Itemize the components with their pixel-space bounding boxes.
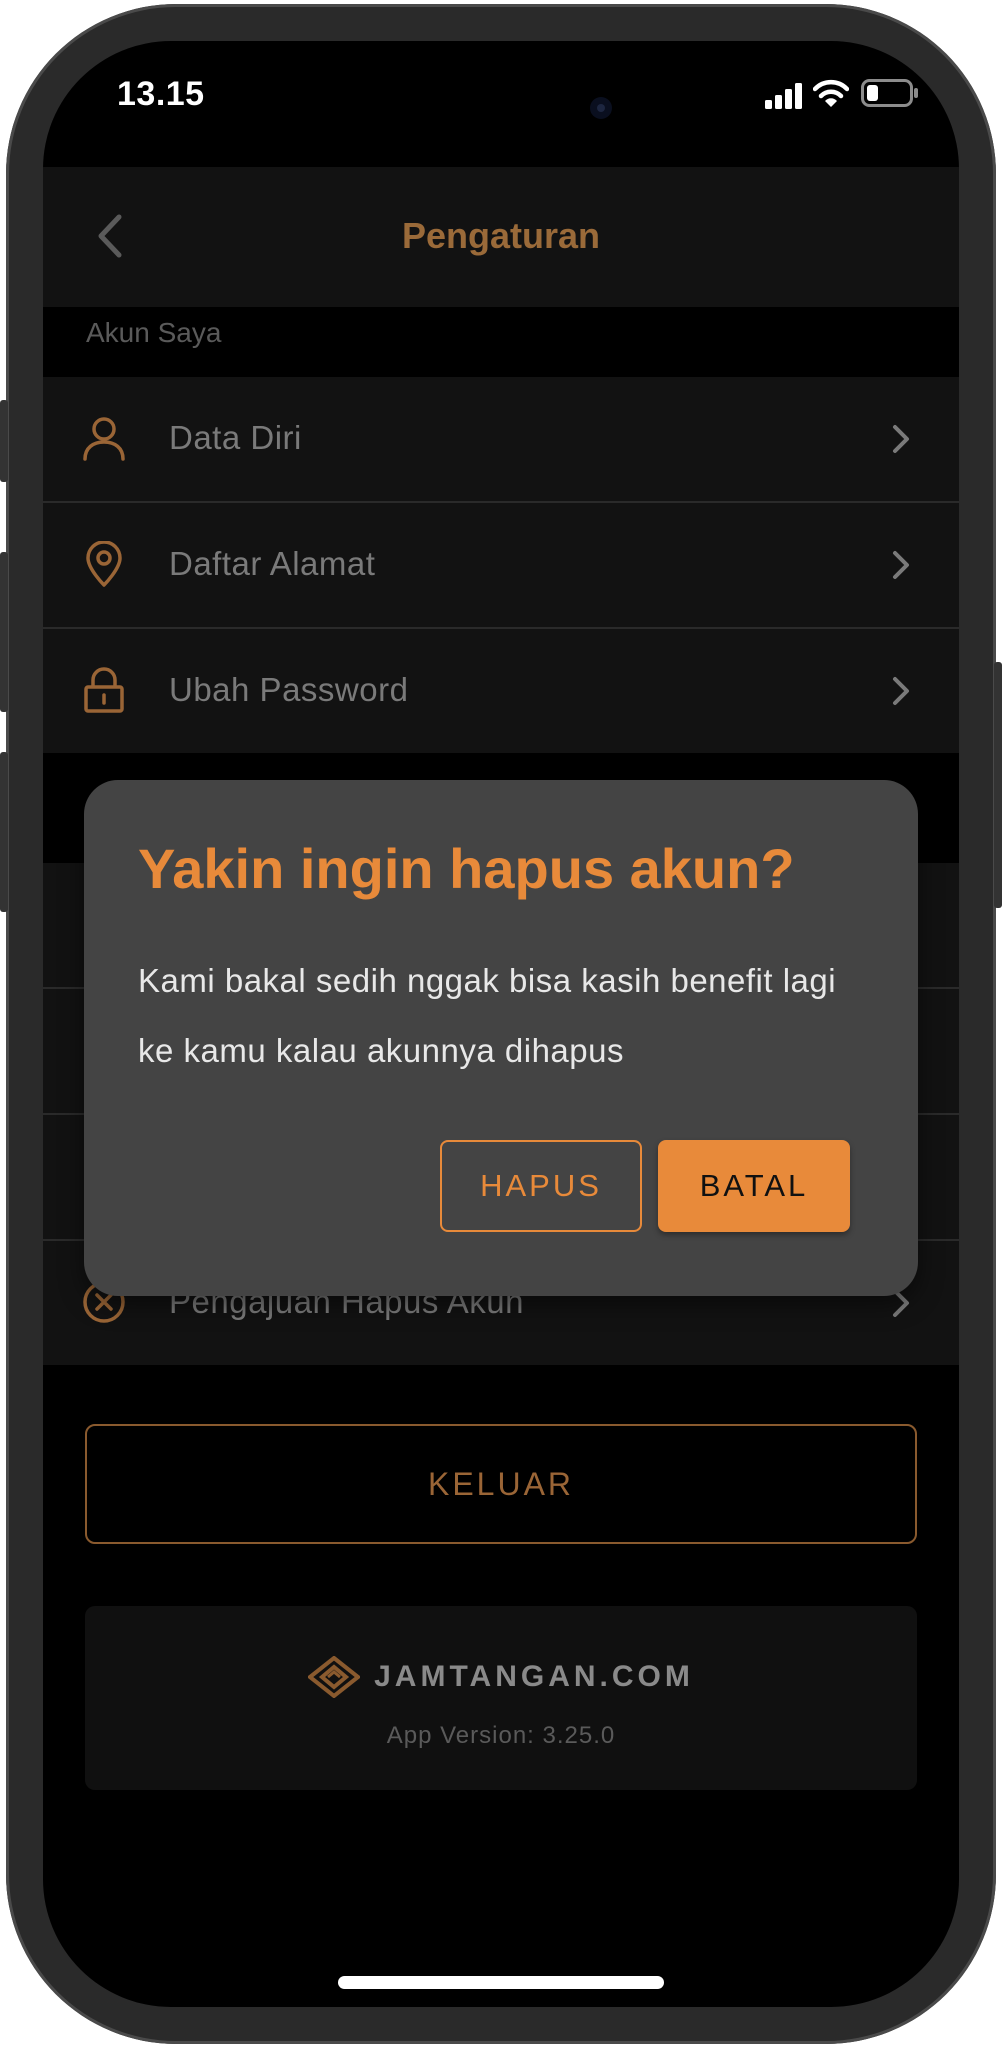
menu-item-label: Data Diri bbox=[169, 419, 302, 456]
chevron-right-icon bbox=[893, 425, 909, 453]
dialog-message: Kami bakal sedih nggak bisa kasih benefi… bbox=[138, 962, 837, 1069]
menu-item-daftar-alamat[interactable]: Daftar Alamat bbox=[43, 503, 959, 627]
lock-icon bbox=[84, 667, 124, 713]
delete-account-dialog: Yakin ingin hapus akun? Kami bakal sedih… bbox=[84, 780, 918, 1296]
camera-icon bbox=[590, 97, 612, 119]
footer-card: JAMTANGAN.COM App Version: 3.25.0 bbox=[85, 1606, 917, 1790]
cancel-button[interactable]: BATAL bbox=[658, 1140, 850, 1232]
home-indicator[interactable] bbox=[338, 1976, 664, 1989]
battery-icon bbox=[861, 79, 918, 107]
section-label: Akun Saya bbox=[86, 317, 222, 348]
logout-button[interactable]: KELUAR bbox=[85, 1424, 917, 1544]
page-title: Pengaturan bbox=[401, 215, 601, 256]
volume-up-button bbox=[0, 552, 8, 712]
action-button bbox=[0, 400, 8, 482]
power-button bbox=[994, 662, 1002, 908]
menu-item-label: Ubah Password bbox=[169, 671, 409, 708]
screen: 13.15 Pengaturan Akun Saya Data Diri Daf… bbox=[43, 41, 959, 2007]
volume-down-button bbox=[0, 752, 8, 912]
dialog-title: Yakin ingin hapus akun? bbox=[138, 837, 795, 900]
confirm-delete-button[interactable]: HAPUS bbox=[440, 1140, 642, 1232]
location-pin-icon bbox=[86, 541, 122, 587]
wifi-icon bbox=[813, 79, 849, 107]
jamtangan-logo-icon bbox=[308, 1656, 361, 1698]
app-header: Pengaturan bbox=[43, 167, 959, 307]
chevron-right-icon bbox=[893, 677, 909, 705]
brand-name: JAMTANGAN.COM bbox=[374, 1660, 694, 1693]
app-version: App Version: 3.25.0 bbox=[386, 1722, 616, 1749]
menu-item-ubah-password[interactable]: Ubah Password bbox=[43, 629, 959, 753]
brand-logo: JAMTANGAN.COM bbox=[85, 1656, 917, 1698]
user-icon bbox=[83, 417, 125, 461]
chevron-right-icon bbox=[893, 551, 909, 579]
menu-item-label: Daftar Alamat bbox=[169, 545, 376, 582]
menu-item-data-diri[interactable]: Data Diri bbox=[43, 377, 959, 501]
cellular-signal-icon bbox=[765, 83, 802, 109]
status-time: 13.15 bbox=[117, 75, 205, 113]
